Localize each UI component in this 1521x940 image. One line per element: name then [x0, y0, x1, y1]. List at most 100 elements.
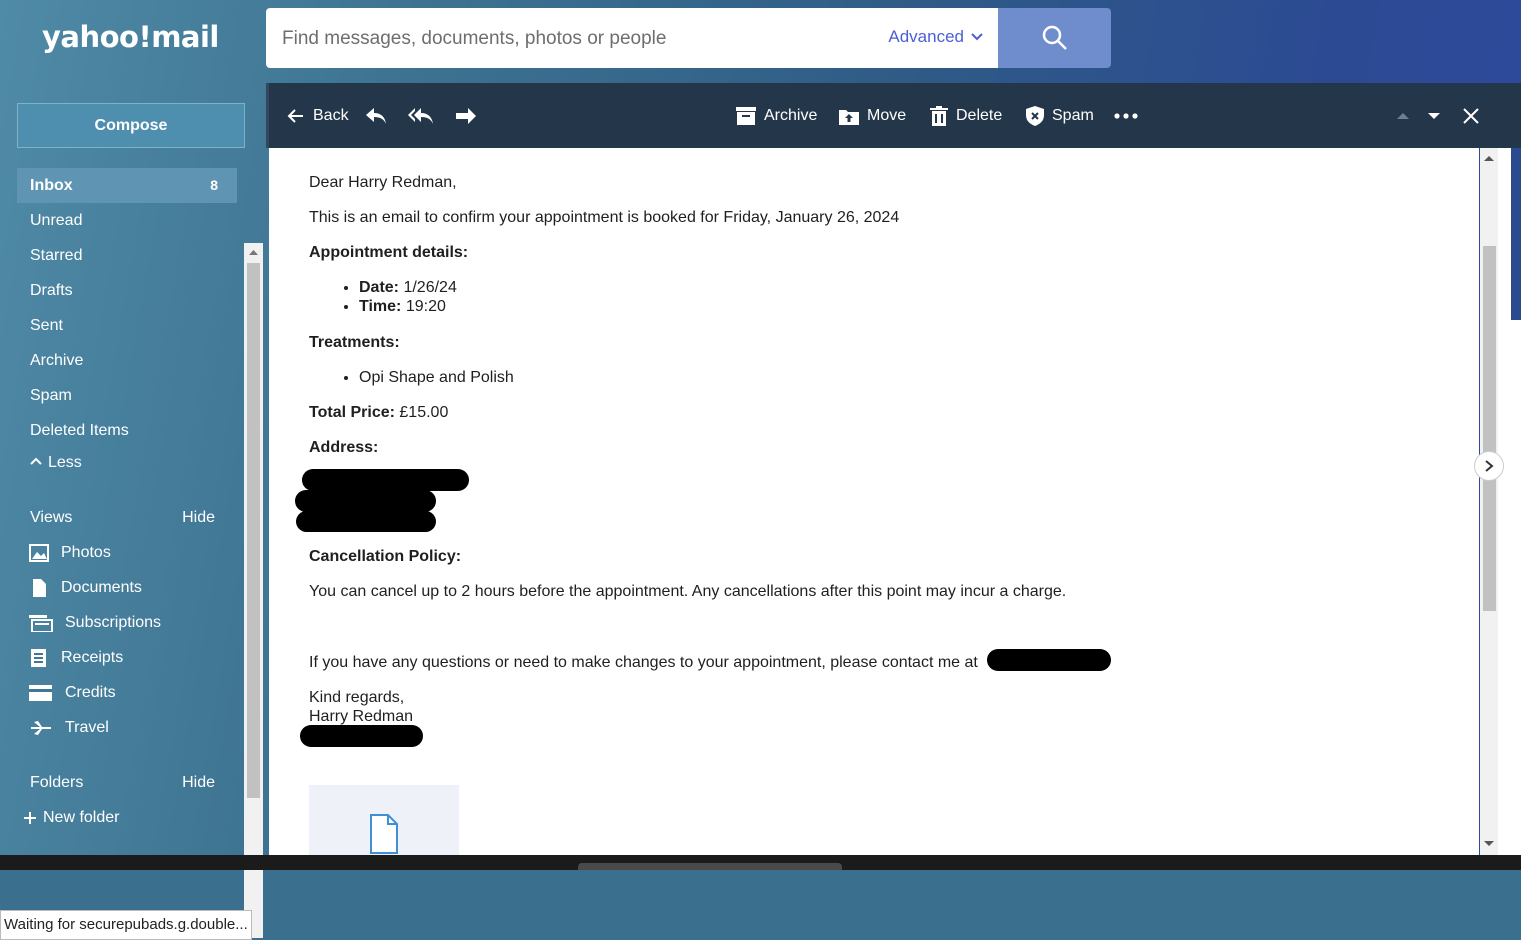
sidebar-item-sent[interactable]: Sent [17, 308, 245, 343]
photos-icon [29, 543, 49, 562]
total-price: Total Price: £15.00 [309, 404, 449, 421]
archive-label: Archive [764, 106, 818, 124]
sidebar-item-spam[interactable]: Spam [17, 378, 245, 413]
reply-button[interactable] [364, 83, 388, 148]
chevron-up-icon [30, 457, 42, 465]
top-bar: yahoo!mail Advanced [0, 0, 1521, 83]
more-actions-button[interactable] [1114, 83, 1138, 148]
travel-icon [31, 720, 51, 735]
new-folder-button[interactable]: New folder [17, 800, 245, 835]
sidebar-item-drafts[interactable]: Drafts [17, 273, 245, 308]
folders-hide-button[interactable]: Hide [182, 765, 215, 800]
arrow-left-icon [287, 108, 303, 123]
next-message-button[interactable] [1427, 83, 1441, 148]
sidebar-scrollbar-thumb[interactable] [247, 263, 260, 798]
sidebar-scrollbar[interactable] [244, 243, 263, 938]
advanced-search-button[interactable]: Advanced [888, 27, 984, 47]
less-toggle[interactable]: Less [17, 448, 245, 478]
view-item-travel[interactable]: Travel [17, 710, 245, 745]
attachment-thumbnail[interactable] [309, 785, 459, 855]
less-label: Less [48, 454, 82, 471]
reply-icon [366, 107, 386, 124]
archive-button[interactable]: Archive [736, 83, 817, 148]
contact-text: If you have any questions or need to mak… [309, 654, 978, 671]
view-item-photos[interactable]: Photos [17, 535, 245, 570]
view-item-label: Receipts [61, 649, 124, 666]
delete-label: Delete [956, 106, 1003, 124]
credits-icon [29, 684, 52, 701]
spam-label: Spam [1052, 106, 1094, 124]
sidebar-item-inbox[interactable]: Inbox 8 [17, 168, 237, 203]
taskbar-edge [0, 855, 1521, 870]
chevron-right-icon [1485, 460, 1494, 472]
view-item-documents[interactable]: Documents [17, 570, 245, 605]
view-item-receipts[interactable]: Receipts [17, 640, 245, 675]
close-icon [1463, 107, 1479, 124]
folders-title: Folders [30, 774, 84, 791]
treatments-list: Opi Shape and Polish [309, 368, 514, 387]
search-box: Advanced [266, 8, 998, 70]
message-scrollbar[interactable] [1480, 148, 1498, 855]
chevron-down-icon [971, 33, 983, 41]
documents-icon [33, 578, 46, 597]
advanced-label: Advanced [888, 27, 964, 46]
view-item-label: Photos [61, 544, 111, 561]
move-label: Move [867, 106, 907, 124]
expand-right-rail-button[interactable] [1474, 451, 1504, 481]
spam-button[interactable]: Spam [1026, 83, 1094, 148]
view-item-credits[interactable]: Credits [17, 675, 245, 710]
reply-all-icon [408, 107, 433, 124]
views-section: Views Hide Photos Documents Subscriptions… [17, 500, 245, 745]
file-icon [370, 814, 398, 854]
views-hide-button[interactable]: Hide [182, 500, 215, 535]
view-item-label: Documents [61, 579, 142, 596]
views-header: Views Hide [17, 500, 245, 535]
receipts-icon [31, 648, 46, 667]
search-button[interactable] [998, 8, 1111, 68]
browser-status-text: Waiting for securepubads.g.double... [0, 910, 252, 940]
reply-all-button[interactable] [407, 83, 435, 148]
scroll-down-arrow-icon [1484, 841, 1494, 846]
move-icon [839, 109, 859, 125]
sidebar: Compose Inbox 8 Unread Starred Drafts Sen… [0, 83, 266, 940]
message-scrollbar-thumb[interactable] [1483, 246, 1496, 611]
sidebar-item-deleted-items[interactable]: Deleted Items [17, 413, 245, 448]
caret-down-icon [1428, 112, 1440, 119]
subscriptions-icon [29, 614, 53, 632]
new-folder-label: New folder [43, 809, 120, 826]
unread-count-badge: 8 [210, 177, 218, 193]
message-body-pane: Dear Harry Redman, This is an email to c… [269, 148, 1479, 855]
sidebar-item-unread[interactable]: Unread [17, 203, 245, 238]
view-item-subscriptions[interactable]: Subscriptions [17, 605, 245, 640]
close-message-button[interactable] [1462, 83, 1480, 148]
cancellation-text: You can cancel up to 2 hours before the … [309, 583, 1067, 600]
signature-name: Harry Redman [309, 708, 414, 725]
folder-list: Inbox 8 Unread Starred Drafts Sent Archiv… [17, 168, 245, 478]
forward-button[interactable] [454, 83, 478, 148]
sidebar-item-starred[interactable]: Starred [17, 238, 245, 273]
views-title: Views [30, 509, 73, 526]
folders-section: Folders Hide New folder [17, 765, 245, 835]
treatments-heading: Treatments: [309, 334, 400, 351]
folders-header: Folders Hide [17, 765, 245, 800]
move-button[interactable]: Move [839, 83, 906, 148]
sidebar-item-label: Inbox [30, 177, 73, 194]
sidebar-item-archive[interactable]: Archive [17, 343, 245, 378]
delete-button[interactable]: Delete [930, 83, 1002, 148]
previous-message-button[interactable] [1396, 83, 1410, 148]
appointment-details-heading: Appointment details: [309, 244, 469, 261]
back-button[interactable]: Back [287, 83, 349, 148]
scroll-up-arrow-icon [249, 250, 258, 255]
more-horizontal-icon [1114, 112, 1138, 119]
cancellation-heading: Cancellation Policy: [309, 548, 462, 565]
yahoo-mail-logo[interactable]: yahoo!mail [42, 20, 219, 54]
list-item: Time: 19:20 [359, 297, 457, 316]
redaction-mark [296, 511, 436, 532]
email-intro: This is an email to confirm your appoint… [309, 209, 900, 226]
redaction-mark [300, 725, 423, 747]
search-input[interactable] [280, 8, 864, 70]
redaction-mark [302, 469, 469, 491]
list-item: Opi Shape and Polish [359, 368, 514, 387]
compose-button[interactable]: Compose [17, 103, 245, 148]
message-toolbar: Back Archive Move Delete Spam [266, 83, 1521, 148]
